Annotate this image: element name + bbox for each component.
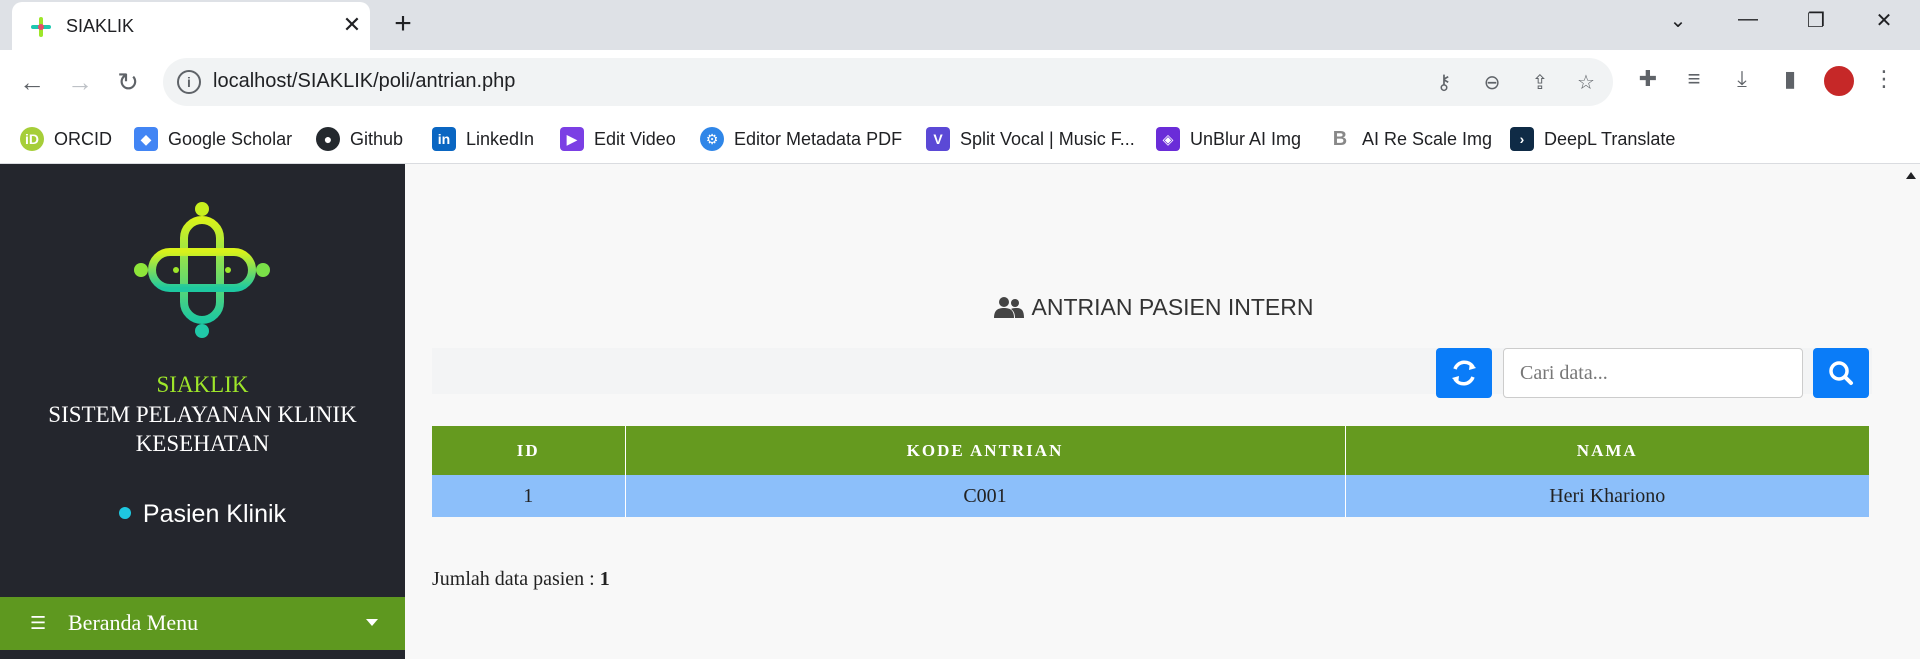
table-row[interactable]: 1 C001 Heri Khariono xyxy=(432,475,1869,517)
beranda-menu-dropdown[interactable]: ☰ Beranda Menu xyxy=(0,597,405,650)
sidebar: SIAKLIK SISTEM PELAYANAN KLINIK KESEHATA… xyxy=(0,164,405,659)
new-tab-button[interactable]: + xyxy=(384,6,422,44)
bookmark-label: AI Re Scale Img xyxy=(1362,128,1493,149)
deepl-icon: › xyxy=(1510,127,1534,151)
main-content: ANTRIAN PASIEN INTERN ID KODE ANTRIAN NA… xyxy=(405,164,1902,659)
patient-count-label: Jumlah data pasien : xyxy=(432,568,595,590)
tab-title: SIAKLIK xyxy=(66,16,135,36)
patient-count-value: 1 xyxy=(599,568,610,590)
cell-kode-antrian: C001 xyxy=(625,475,1346,517)
bookmark-unblur[interactable]: ◈ UnBlur AI Img xyxy=(1156,126,1301,152)
bookmark-editor-metadata-pdf[interactable]: ⚙ Editor Metadata PDF xyxy=(700,126,902,152)
bookmark-label: ORCID xyxy=(54,128,112,149)
profile-avatar[interactable] xyxy=(1822,64,1856,98)
back-arrow-icon[interactable]: ← xyxy=(12,62,52,102)
address-bar[interactable]: i localhost/SIAKLIK/poli/antrian.php ⚷ ⊖… xyxy=(163,58,1613,106)
rescale-icon: B xyxy=(1332,127,1348,150)
brand-name: SIAKLIK xyxy=(156,372,249,397)
table-header-row: ID KODE ANTRIAN NAMA xyxy=(432,426,1869,475)
restore-icon[interactable]: ❐ xyxy=(1796,8,1836,38)
unblur-icon: ◈ xyxy=(1156,127,1180,151)
bookmark-label: DeepL Translate xyxy=(1544,128,1676,149)
refresh-button[interactable] xyxy=(1436,348,1492,398)
browser-tab-strip: SIAKLIK ✕ + ⌄ — ❐ ✕ xyxy=(0,0,1920,50)
side-panel-icon[interactable]: ▮ xyxy=(1774,66,1806,98)
edit-video-icon: ▶ xyxy=(560,127,584,151)
list-check-icon: ☰ xyxy=(30,613,47,633)
bookmark-label: Editor Metadata PDF xyxy=(734,128,903,149)
sidebar-item-pasien-klinik[interactable]: Pasien Klinik xyxy=(0,500,405,529)
bookmark-ai-rescale[interactable]: B AI Re Scale Img xyxy=(1328,126,1492,152)
scroll-up-arrow-icon[interactable] xyxy=(1906,172,1916,179)
site-info-icon[interactable]: i xyxy=(177,70,201,94)
browser-toolbar: ← → ↻ i localhost/SIAKLIK/poli/antrian.p… xyxy=(0,50,1920,114)
bookmark-star-icon[interactable]: ☆ xyxy=(1573,70,1599,96)
bookmark-orcid[interactable]: iD ORCID xyxy=(20,126,112,152)
orcid-icon: iD xyxy=(20,127,44,151)
media-playlist-icon[interactable]: ≡ xyxy=(1678,66,1710,98)
forward-arrow-icon[interactable]: → xyxy=(60,62,100,102)
linkedin-icon: in xyxy=(432,127,456,151)
download-icon[interactable]: ⤓ xyxy=(1726,66,1758,98)
bookmark-label: LinkedIn xyxy=(466,128,535,149)
siaklik-logo-icon xyxy=(134,202,270,338)
cell-id: 1 xyxy=(432,475,626,517)
beranda-menu-label: Beranda Menu xyxy=(68,610,199,635)
column-header-kode-antrian[interactable]: KODE ANTRIAN xyxy=(625,426,1346,475)
column-header-nama[interactable]: NAMA xyxy=(1345,426,1869,475)
cell-nama: Heri Khariono xyxy=(1345,475,1869,517)
sidebar-item-label: Pasien Klinik xyxy=(142,500,287,528)
extensions-puzzle-icon[interactable]: ✚ xyxy=(1632,66,1664,98)
password-key-icon[interactable]: ⚷ xyxy=(1431,70,1457,96)
more-menu-icon[interactable]: ⋮ xyxy=(1868,66,1900,98)
search-button[interactable] xyxy=(1813,348,1869,398)
reload-icon[interactable]: ↻ xyxy=(108,62,148,102)
bookmark-deepl[interactable]: › DeepL Translate xyxy=(1510,126,1675,152)
page-title-text: ANTRIAN PASIEN INTERN xyxy=(1031,294,1314,320)
tab-close-icon[interactable]: ✕ xyxy=(340,13,364,37)
browser-tab[interactable]: SIAKLIK ✕ xyxy=(12,2,370,50)
brand-subtitle: SISTEM PELAYANAN KLINIK KESEHATAN xyxy=(48,402,357,456)
status-dot-icon xyxy=(118,507,131,519)
bookmark-split-vocal[interactable]: V Split Vocal | Music F... xyxy=(926,126,1135,152)
google-scholar-icon: ◆ xyxy=(134,127,158,151)
caret-down-icon xyxy=(366,619,378,626)
tab-search-chevron-icon[interactable]: ⌄ xyxy=(1658,8,1698,38)
refresh-icon xyxy=(1452,360,1476,386)
bookmark-google-scholar[interactable]: ◆ Google Scholar xyxy=(134,126,292,152)
bookmark-label: Github xyxy=(350,128,404,149)
queue-table: ID KODE ANTRIAN NAMA 1 C001 Heri Kharion… xyxy=(432,426,1869,517)
bookmark-label: Google Scholar xyxy=(168,128,293,149)
patient-count: Jumlah data pasien : 1 xyxy=(432,568,610,591)
share-icon[interactable]: ⇪ xyxy=(1527,70,1553,96)
bookmark-edit-video[interactable]: ▶ Edit Video xyxy=(560,126,676,152)
zoom-out-icon[interactable]: ⊖ xyxy=(1479,70,1505,96)
page-title: ANTRIAN PASIEN INTERN xyxy=(405,294,1902,321)
page-scrollbar[interactable] xyxy=(1902,164,1920,659)
bookmarks-bar: iD ORCID ◆ Google Scholar ● Github in Li… xyxy=(0,114,1920,164)
url-text[interactable]: localhost/SIAKLIK/poli/antrian.php xyxy=(213,70,515,93)
siaklik-favicon-icon xyxy=(31,17,51,37)
window-close-icon[interactable]: ✕ xyxy=(1864,8,1904,38)
search-input[interactable] xyxy=(1503,348,1803,398)
bookmark-label: Edit Video xyxy=(594,128,676,149)
column-header-id[interactable]: ID xyxy=(432,426,626,475)
minimize-icon[interactable]: — xyxy=(1728,8,1768,38)
bookmark-linkedin[interactable]: in LinkedIn xyxy=(432,126,534,152)
split-vocal-icon: V xyxy=(926,127,950,151)
metadata-icon: ⚙ xyxy=(700,127,724,151)
bookmark-github[interactable]: ● Github xyxy=(316,126,403,152)
search-icon xyxy=(1829,361,1853,385)
users-icon xyxy=(993,297,1024,318)
github-icon: ● xyxy=(316,127,340,151)
bookmark-label: Split Vocal | Music F... xyxy=(960,128,1135,149)
bookmark-label: UnBlur AI Img xyxy=(1190,128,1302,149)
